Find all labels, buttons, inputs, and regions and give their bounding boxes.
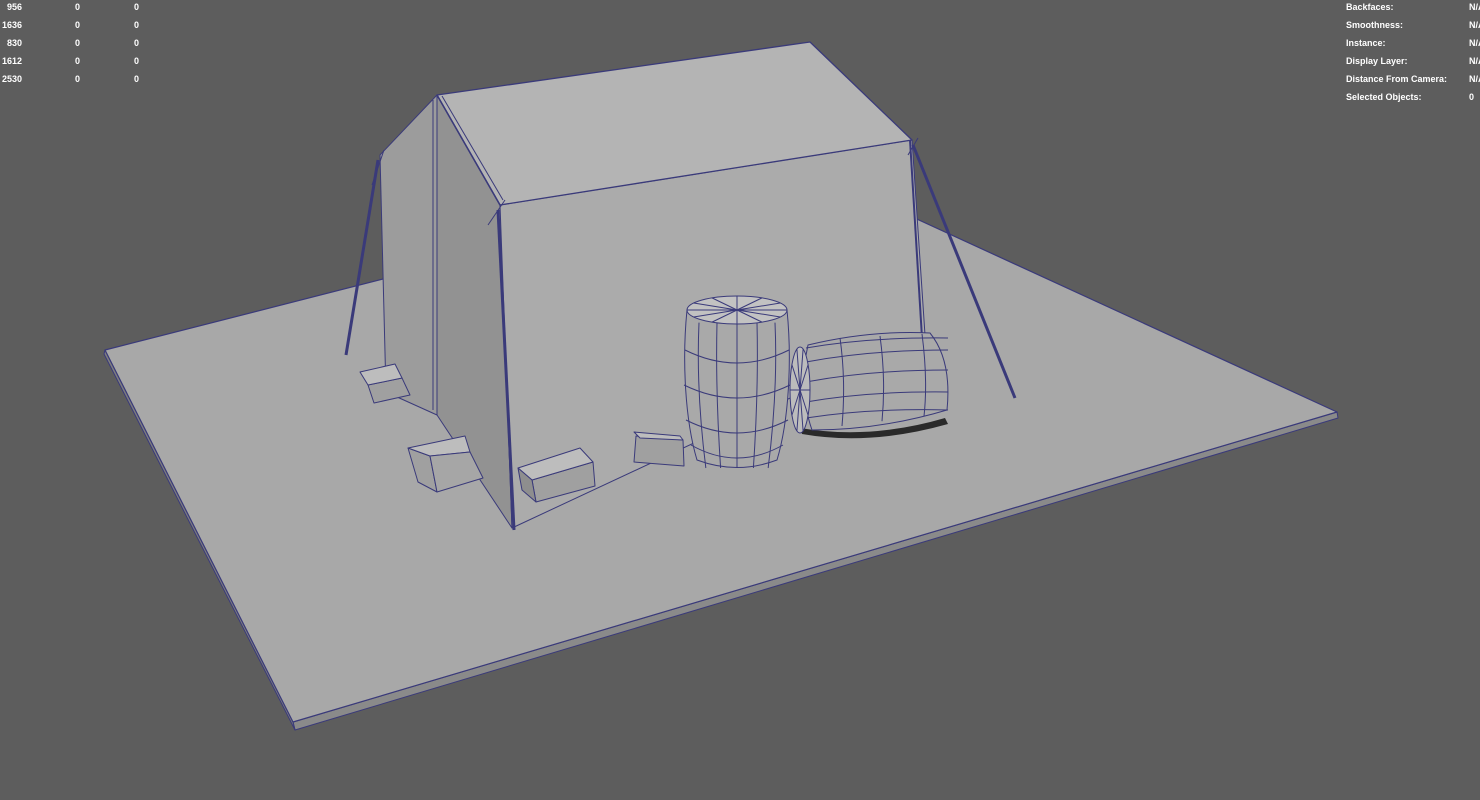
hud-value: 0 <box>1469 92 1475 102</box>
hud-label: Smoothness: <box>1346 20 1404 30</box>
hud-value: N/A <box>1469 20 1480 30</box>
poly-count-row: 1612 0 0 <box>0 56 160 66</box>
scene-canvas[interactable] <box>0 0 1480 800</box>
poly-count-cell: 0 <box>75 56 81 66</box>
poly-count-row: 2530 0 0 <box>0 74 160 84</box>
poly-count-cell: 0 <box>134 38 140 48</box>
hud-value: N/A <box>1469 38 1480 48</box>
hud-value: N/A <box>1469 74 1480 84</box>
hud-value: N/A <box>1469 2 1480 12</box>
poly-count-cell: 0 <box>75 20 81 30</box>
poly-count-cell: 1636 <box>1 20 22 30</box>
poly-count-cell: 0 <box>75 74 81 84</box>
poly-count-cell: 1612 <box>1 56 22 66</box>
poly-count-row: 956 0 0 <box>0 2 160 12</box>
poly-count-cell: 0 <box>75 38 81 48</box>
barrel-upright[interactable] <box>683 295 791 469</box>
hud-label: Instance: <box>1346 38 1386 48</box>
crate-4-front <box>633 435 685 467</box>
poly-count-cell: 0 <box>134 2 140 12</box>
hud-label: Distance From Camera: <box>1346 74 1448 84</box>
hud-label: Selected Objects: <box>1346 92 1422 102</box>
poly-count-cell: 0 <box>134 56 140 66</box>
poly-count-row: 830 0 0 <box>0 38 160 48</box>
3d-viewport[interactable]: 956 0 0 1636 0 0 830 0 0 1612 0 0 2530 0 0 Backfaces: N… <box>0 0 1480 800</box>
hud-label: Backfaces: <box>1346 2 1394 12</box>
poly-count-row: 1636 0 0 <box>0 20 160 30</box>
hud-label: Display Layer: <box>1346 56 1408 66</box>
poly-count-cell: 0 <box>134 74 140 84</box>
poly-count-cell: 0 <box>75 2 81 12</box>
poly-count-cell: 956 <box>6 2 22 12</box>
hud-value: N/A <box>1469 56 1480 66</box>
poly-count-cell: 0 <box>134 20 140 30</box>
poly-count-cell: 2530 <box>1 74 22 84</box>
poly-count-cell: 830 <box>6 38 22 48</box>
